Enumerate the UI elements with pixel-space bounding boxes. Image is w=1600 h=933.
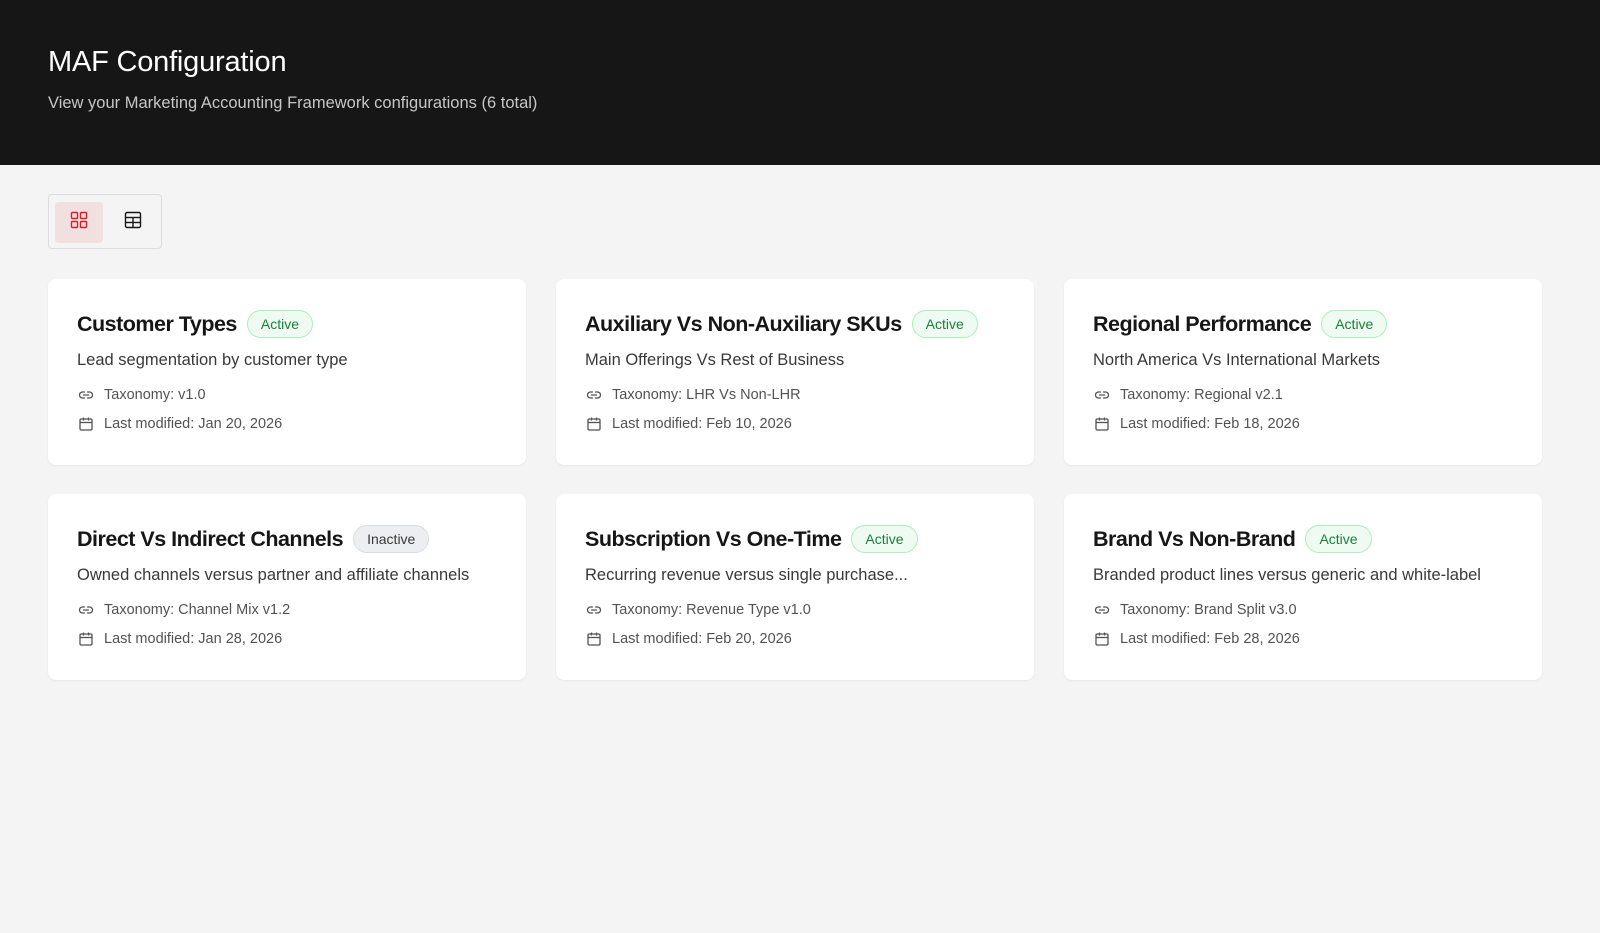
card-header: Direct Vs Indirect Channels Inactive (77, 525, 506, 553)
calendar-icon (1093, 630, 1110, 647)
taxonomy-row: Taxonomy: v1.0 (77, 386, 206, 403)
card-title: Regional Performance (1093, 311, 1312, 336)
card-title: Subscription Vs One-Time (585, 526, 842, 551)
taxonomy-label: Taxonomy: v1.0 (104, 386, 206, 403)
calendar-icon (77, 630, 94, 647)
modified-label: Last modified: Jan 28, 2026 (104, 630, 283, 647)
link-icon (1093, 386, 1110, 403)
taxonomy-label: Taxonomy: Regional v2.1 (1120, 386, 1283, 403)
status-badge: Active (1305, 525, 1372, 553)
taxonomy-label: Taxonomy: LHR Vs Non-LHR (612, 386, 801, 403)
card-title: Customer Types (77, 311, 237, 336)
taxonomy-label: Taxonomy: Brand Split v3.0 (1120, 601, 1297, 618)
link-icon (77, 386, 94, 403)
card-header: Brand Vs Non-Brand Active (1093, 525, 1522, 553)
modified-row: Last modified: Jan 20, 2026 (77, 415, 282, 432)
taxonomy-row: Taxonomy: LHR Vs Non-LHR (585, 386, 801, 403)
table-view-icon (124, 211, 142, 234)
modified-row: Last modified: Feb 28, 2026 (1093, 630, 1300, 647)
modified-label: Last modified: Jan 20, 2026 (104, 415, 283, 432)
taxonomy-label: Taxonomy: Revenue Type v1.0 (612, 601, 811, 618)
status-badge: Active (1321, 310, 1388, 338)
modified-row: Last modified: Feb 20, 2026 (585, 630, 792, 647)
card-description: Lead segmentation by customer type (77, 351, 348, 369)
modified-row: Last modified: Feb 10, 2026 (585, 415, 792, 432)
card-header: Regional Performance Active (1093, 310, 1522, 338)
card-description: Branded product lines versus generic and… (1093, 566, 1481, 584)
card-description: Main Offerings Vs Rest of Business (585, 351, 845, 369)
calendar-icon (585, 630, 602, 647)
card-title: Direct Vs Indirect Channels (77, 526, 344, 551)
taxonomy-row: Taxonomy: Revenue Type v1.0 (585, 601, 811, 618)
link-icon (585, 386, 602, 403)
card-header: Subscription Vs One-Time Active (585, 525, 1014, 553)
modified-label: Last modified: Feb 10, 2026 (612, 415, 792, 432)
page-title: MAF Configuration (48, 46, 287, 78)
status-badge: Active (911, 310, 978, 338)
page-header: MAF Configuration View your Marketing Ac… (0, 0, 1600, 165)
config-card[interactable]: Direct Vs Indirect Channels Inactive Owned… (48, 494, 526, 680)
view-toggle (48, 194, 162, 249)
card-header: Auxiliary Vs Non-Auxiliary SKUs Active (585, 310, 1014, 338)
taxonomy-row: Taxonomy: Channel Mix v1.2 (77, 601, 290, 618)
card-header: Customer Types Active (77, 310, 506, 338)
card-description: Recurring revenue versus single purchase… (585, 566, 908, 584)
grid-view-button[interactable] (55, 202, 103, 243)
config-card[interactable]: Auxiliary Vs Non-Auxiliary SKUs Active Mai… (556, 279, 1034, 465)
page-subtitle: View your Marketing Accounting Framework… (48, 94, 538, 112)
calendar-icon (585, 415, 602, 432)
modified-label: Last modified: Feb 28, 2026 (1120, 630, 1300, 647)
taxonomy-row: Taxonomy: Regional v2.1 (1093, 386, 1283, 403)
modified-row: Last modified: Feb 18, 2026 (1093, 415, 1300, 432)
link-icon (77, 601, 94, 618)
calendar-icon (1093, 415, 1110, 432)
grid-view-icon (70, 211, 88, 234)
link-icon (1093, 601, 1110, 618)
modified-label: Last modified: Feb 20, 2026 (612, 630, 792, 647)
modified-label: Last modified: Feb 18, 2026 (1120, 415, 1300, 432)
config-card[interactable]: Subscription Vs One-Time Active Recurring … (556, 494, 1034, 680)
taxonomy-label: Taxonomy: Channel Mix v1.2 (104, 601, 291, 618)
card-title: Brand Vs Non-Brand (1093, 526, 1296, 551)
status-badge: Active (246, 310, 313, 338)
taxonomy-row: Taxonomy: Brand Split v3.0 (1093, 601, 1297, 618)
link-icon (585, 601, 602, 618)
table-view-button[interactable] (109, 202, 157, 243)
card-description: Owned channels versus partner and affili… (77, 566, 470, 584)
config-card[interactable]: Brand Vs Non-Brand Active Branded product … (1064, 494, 1542, 680)
calendar-icon (77, 415, 94, 432)
card-title: Auxiliary Vs Non-Auxiliary SKUs (585, 311, 902, 336)
modified-row: Last modified: Jan 28, 2026 (77, 630, 282, 647)
status-badge: Active (851, 525, 918, 553)
card-description: North America Vs International Markets (1093, 351, 1381, 369)
config-card[interactable]: Regional Performance Active North America … (1064, 279, 1542, 465)
status-badge: Inactive (353, 525, 430, 553)
config-card[interactable]: Customer Types Active Lead segmentation by… (48, 279, 526, 465)
